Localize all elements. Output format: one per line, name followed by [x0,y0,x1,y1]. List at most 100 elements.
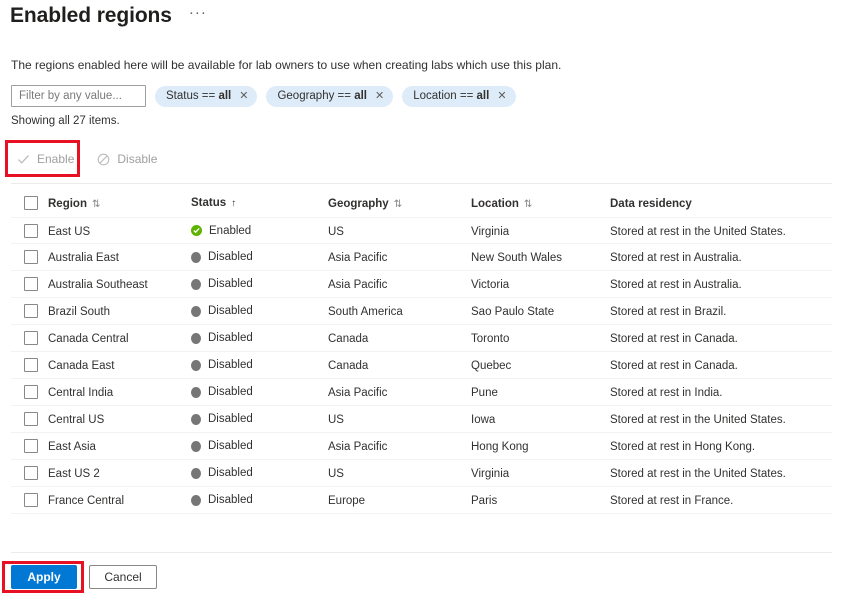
cell-data-residency: Stored at rest in the United States. [610,414,786,426]
cell-geography: US [328,226,344,238]
cell-geography: Europe [328,495,365,507]
row-checkbox[interactable] [24,358,38,372]
table-header-row: Region ⇅ Status ↑ Geography ⇅ Location [11,189,832,217]
row-checkbox[interactable] [24,250,38,264]
filter-pill-location-label: Location == all [413,90,489,102]
status-disabled-icon [191,306,201,317]
filter-input[interactable] [11,85,146,107]
checkmark-icon [16,152,30,166]
close-icon[interactable]: ✕ [497,91,506,102]
cell-region: Australia East [48,252,119,264]
cell-region: East US [48,226,90,238]
more-options-icon[interactable]: ··· [186,6,210,20]
row-select-cell [11,439,48,453]
enable-button[interactable]: Enable [12,148,78,170]
row-select-cell [11,358,48,372]
cell-location: New South Wales [471,252,562,264]
status-disabled-icon [191,441,201,452]
cell-geography: South America [328,306,403,318]
cell-status: Disabled [208,413,253,425]
cell-geography: Asia Pacific [328,252,387,264]
cell-status: Disabled [208,494,253,506]
status-disabled-icon [191,279,201,290]
cell-region: France Central [48,495,124,507]
table-row[interactable]: East AsiaDisabledAsia PacificHong KongSt… [11,433,832,460]
filter-pill-location[interactable]: Location == all ✕ [402,86,515,107]
page-description: The regions enabled here will be availab… [11,57,561,73]
disable-button-label: Disable [117,152,157,166]
row-checkbox[interactable] [24,304,38,318]
cell-data-residency: Stored at rest in the United States. [610,226,786,238]
cell-location: Virginia [471,468,509,480]
status-disabled-icon [191,468,201,479]
status-disabled-icon [191,495,201,506]
status-disabled-icon [191,387,201,398]
row-checkbox[interactable] [24,466,38,480]
column-header-geography[interactable]: Geography ⇅ [328,198,402,210]
cancel-button[interactable]: Cancel [89,565,157,589]
cell-status: Disabled [208,332,253,344]
column-header-status[interactable]: Status ↑ [191,197,236,209]
footer-actions: Apply Cancel [11,565,157,589]
page-title: Enabled regions [10,2,172,30]
filter-pill-geography-label: Geography == all [277,90,367,102]
row-select-cell [11,331,48,345]
row-select-cell [11,224,48,238]
table-row[interactable]: Australia EastDisabledAsia PacificNew So… [11,244,832,271]
row-select-cell [11,412,48,426]
table-row[interactable]: Brazil SouthDisabledSouth AmericaSao Pau… [11,298,832,325]
row-checkbox[interactable] [24,277,38,291]
cell-geography: Canada [328,360,368,372]
cell-data-residency: Stored at rest in India. [610,387,723,399]
item-count-status: Showing all 27 items. [11,115,120,127]
select-all-checkbox[interactable] [24,196,38,210]
cell-location: Iowa [471,414,495,426]
row-checkbox[interactable] [24,331,38,345]
column-header-data-residency[interactable]: Data residency [610,198,692,210]
row-checkbox[interactable] [24,412,38,426]
apply-button[interactable]: Apply [11,565,77,589]
table-row[interactable]: Canada EastDisabledCanadaQuebecStored at… [11,352,832,379]
cell-region: Brazil South [48,306,110,318]
table-row[interactable]: Central US Disabled US Iowa Stored at rest i… [11,406,832,433]
table-row[interactable]: East US 2DisabledUSVirginiaStored at res… [11,460,832,487]
cell-region: Central India [48,387,113,399]
cell-data-residency: Stored at rest in Australia. [610,252,742,264]
status-disabled-icon [191,414,201,425]
cell-location: Pune [471,387,498,399]
status-disabled-icon [191,333,201,344]
page-header: Enabled regions ··· [10,2,210,30]
table-row[interactable]: East USEnabledUSVirginiaStored at rest i… [11,217,832,244]
row-checkbox[interactable] [24,224,38,238]
table-row[interactable]: Australia SoutheastDisabledAsia PacificV… [11,271,832,298]
filter-pill-status[interactable]: Status == all ✕ [155,86,257,107]
cell-location: Quebec [471,360,511,372]
close-icon[interactable]: ✕ [239,91,248,102]
close-icon[interactable]: ✕ [375,91,384,102]
footer-divider [11,552,832,553]
enabled-regions-page: Enabled regions ··· The regions enabled … [0,0,841,601]
column-header-location[interactable]: Location ⇅ [471,198,532,210]
cell-geography: Asia Pacific [328,279,387,291]
row-select-cell [11,493,48,507]
filter-pill-geography[interactable]: Geography == all ✕ [266,86,393,107]
command-bar-divider [11,183,832,184]
cell-region: Canada East [48,360,115,372]
sort-icon: ⇅ [92,199,100,210]
row-checkbox[interactable] [24,385,38,399]
cell-status: Disabled [208,386,253,398]
cell-geography: US [328,468,344,480]
table-row[interactable]: Central India Disabled Asia Pacific Pune Sto… [11,379,832,406]
cell-region: Central US [48,414,104,426]
cell-status: Disabled [208,440,253,452]
column-header-region[interactable]: Region ⇅ [48,198,100,210]
cell-geography: US [328,414,344,426]
row-checkbox[interactable] [24,493,38,507]
table-row[interactable]: Canada CentralDisabledCanadaTorontoStore… [11,325,832,352]
cell-geography: Asia Pacific [328,441,387,453]
row-checkbox[interactable] [24,439,38,453]
cell-geography: Asia Pacific [328,387,387,399]
disable-button[interactable]: Disable [92,148,161,170]
table-row[interactable]: France CentralDisabledEuropeParisStored … [11,487,832,514]
row-select-cell [11,250,48,264]
